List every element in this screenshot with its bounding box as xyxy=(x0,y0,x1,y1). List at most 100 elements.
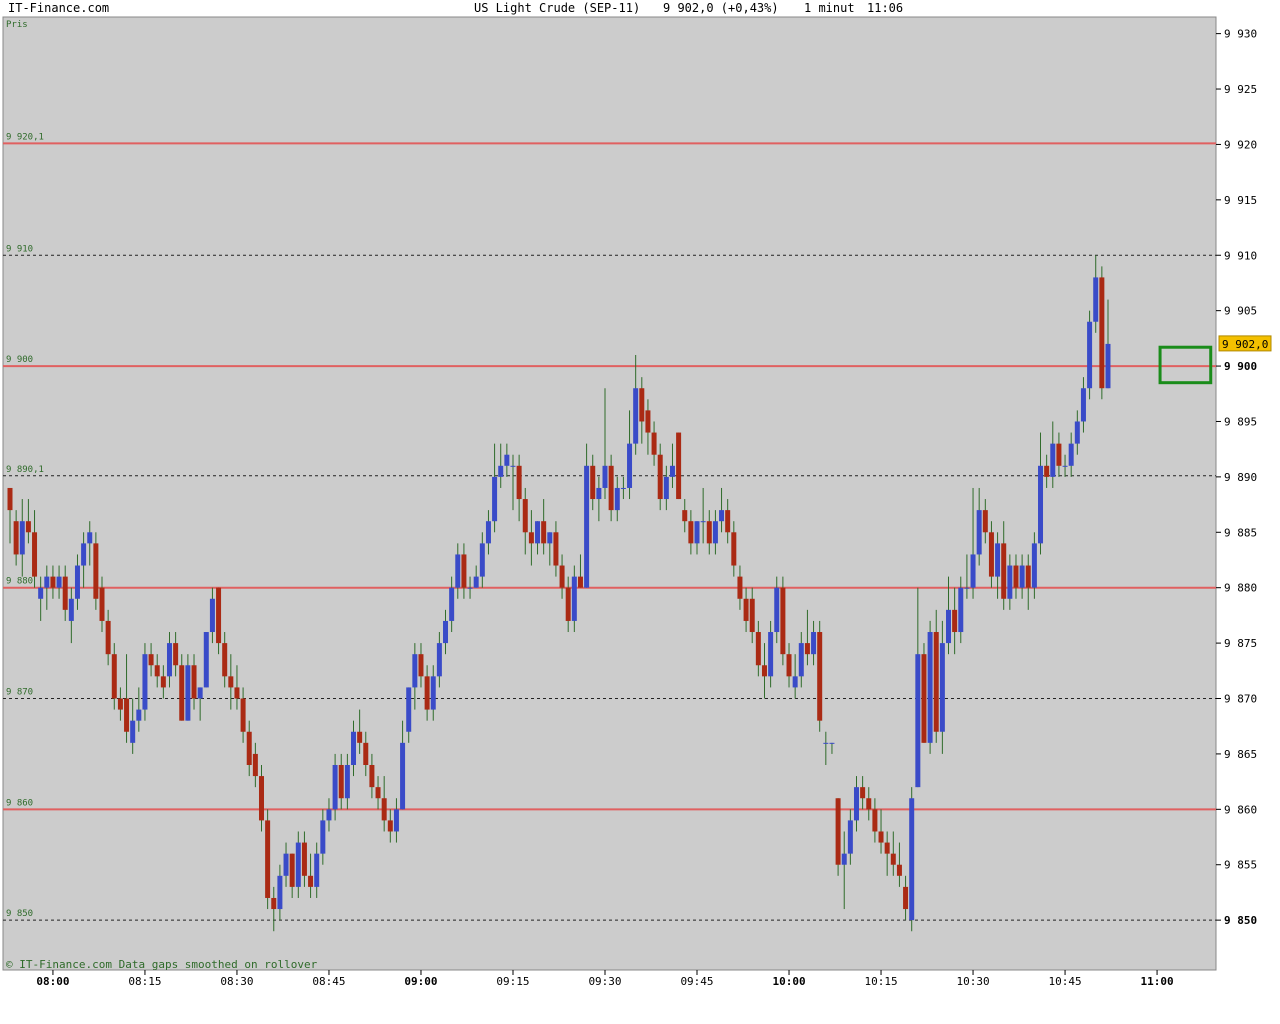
candle-body xyxy=(694,521,700,544)
candle-body xyxy=(173,643,179,666)
candle-body xyxy=(160,676,166,688)
y-tick-label: 9 900 xyxy=(1224,360,1257,373)
chart-window: 9 920,1 9 910 9 900 9 890,1 9 880 9 870 9 860 9… xyxy=(0,0,1280,1024)
candle-body xyxy=(443,620,449,644)
candle-body xyxy=(68,598,74,621)
y-tick-label: 9 885 xyxy=(1224,526,1257,539)
candle-body xyxy=(958,587,964,633)
candle-body xyxy=(32,532,38,577)
footer-note: © IT-Finance.com Data gaps smoothed on r… xyxy=(6,958,318,971)
candle-body xyxy=(498,465,504,477)
candle-body xyxy=(258,776,264,821)
y-tick-label: 9 930 xyxy=(1224,28,1257,41)
y-tick-label: 9 890 xyxy=(1224,471,1257,484)
candle-body xyxy=(995,543,1001,577)
candle-body xyxy=(1099,277,1105,389)
candle-body xyxy=(608,465,614,511)
candle-body xyxy=(19,521,25,555)
y-axis: 9 850 9 855 9 860 9 865 9 870 9 875 9 880 9 885… xyxy=(1216,28,1257,927)
y-tick-label: 9 895 xyxy=(1224,415,1257,428)
candle-body xyxy=(596,487,602,500)
candle-body xyxy=(946,609,952,644)
candle-body xyxy=(829,742,835,744)
candle-body xyxy=(117,698,123,710)
candle-body xyxy=(111,654,117,699)
quote-readout: 9 902,0 (+0,43%) xyxy=(663,1,779,15)
candle-body xyxy=(1062,465,1068,467)
level-label: 9 860 xyxy=(6,798,33,808)
y-tick-label: 9 920 xyxy=(1224,138,1257,151)
candle-body xyxy=(136,709,142,721)
y-tick-label: 9 870 xyxy=(1224,693,1257,706)
candle-body xyxy=(197,687,203,699)
candle-body xyxy=(130,720,136,743)
x-tick-label: 08:00 xyxy=(36,975,69,988)
price-chart[interactable]: 9 920,19 9109 9009 890,19 8809 8709 8609… xyxy=(0,0,1280,1024)
candle-body xyxy=(406,687,412,732)
y-tick-label: 9 865 xyxy=(1224,748,1257,761)
candle-body xyxy=(166,643,172,677)
candle-body xyxy=(952,609,958,633)
candle-body xyxy=(853,787,859,821)
level-label: 9 870 xyxy=(6,688,33,698)
candle-body xyxy=(467,587,473,589)
candle-body xyxy=(289,853,295,887)
x-axis: 08:00 08:15 08:30 08:45 09:00 09:15 09:30 09:45… xyxy=(36,970,1174,988)
candle-body xyxy=(271,897,277,910)
y-tick-label: 9 850 xyxy=(1224,914,1257,927)
x-tick-label: 09:15 xyxy=(496,975,529,988)
candle-body xyxy=(252,753,258,777)
candle-body xyxy=(301,842,307,876)
x-tick-label: 08:30 xyxy=(220,975,253,988)
x-tick-label: 09:45 xyxy=(680,975,713,988)
candle-body xyxy=(847,820,853,854)
candle-body xyxy=(706,521,712,544)
candle-body xyxy=(203,632,209,688)
y-tick-label: 9 910 xyxy=(1224,249,1257,262)
x-tick-label: 10:00 xyxy=(772,975,805,988)
candle-body xyxy=(712,521,718,544)
panel-label: Pris xyxy=(6,20,28,30)
candle-body xyxy=(614,487,620,511)
candle-body xyxy=(13,521,19,555)
candle-body xyxy=(504,454,510,466)
candle-body xyxy=(148,654,154,666)
candle-body xyxy=(602,465,608,488)
candle-body xyxy=(860,787,866,799)
candle-body xyxy=(436,643,442,677)
y-tick-label: 9 880 xyxy=(1224,582,1257,595)
candle-body xyxy=(645,410,651,433)
candle-body xyxy=(988,532,994,577)
candle-body xyxy=(326,809,332,821)
x-tick-label: 08:15 xyxy=(128,975,161,988)
candle-body xyxy=(811,632,817,655)
candle-body xyxy=(344,764,350,799)
candle-body xyxy=(418,654,424,677)
candle-body xyxy=(633,388,639,444)
candle-body xyxy=(522,499,528,533)
candle-body xyxy=(105,620,111,655)
candle-body xyxy=(982,510,988,533)
candle-body xyxy=(553,532,559,566)
candle-body xyxy=(933,632,939,732)
candle-body xyxy=(780,587,786,655)
candle-body xyxy=(896,864,902,876)
level-label: 9 880 xyxy=(6,577,33,587)
candle-body xyxy=(1105,343,1111,389)
candle-body xyxy=(909,798,915,921)
candle-body xyxy=(50,576,56,588)
candle-body xyxy=(320,820,326,854)
candle-body xyxy=(559,565,565,588)
candle-body xyxy=(1001,543,1007,599)
candle-body xyxy=(768,632,774,677)
candle-body xyxy=(915,654,921,788)
candle-body xyxy=(216,587,222,644)
candle-body xyxy=(792,676,798,688)
candle-body xyxy=(1013,565,1019,588)
candle-body xyxy=(485,521,491,544)
candle-body xyxy=(528,532,534,544)
instrument-title: US Light Crude (SEP-11) xyxy=(474,1,640,15)
candle-body xyxy=(1044,465,1050,477)
candle-body xyxy=(651,432,657,455)
candle-body xyxy=(449,587,455,621)
